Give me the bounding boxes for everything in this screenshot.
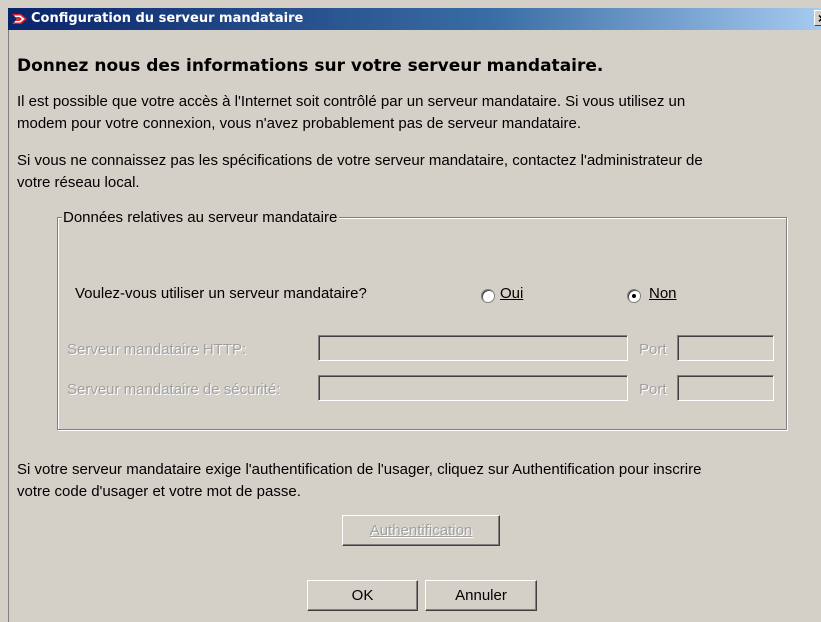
http-port-input[interactable]	[677, 335, 774, 361]
intro-line-1: Il est possible que votre accès à l'Inte…	[17, 93, 686, 110]
secure-port-label: Port	[639, 381, 667, 398]
groupbox-label: Données relatives au serveur mandataire	[62, 209, 340, 226]
title-bar[interactable]: Configuration du serveur mandataire ×	[8, 8, 821, 30]
radio-selected-dot	[632, 294, 636, 298]
authentication-button-label: Authentification	[369, 522, 473, 539]
radio-non[interactable]	[627, 289, 641, 303]
radio-oui-label[interactable]: Oui	[500, 285, 523, 302]
http-proxy-input[interactable]	[318, 335, 628, 361]
intro-line-2: modem pour votre connexion, vous n'avez …	[17, 115, 582, 132]
radio-oui-text: Oui	[500, 285, 524, 302]
page-heading: Donnez nous des informations sur votre s…	[17, 56, 604, 76]
close-button[interactable]: ×	[814, 10, 821, 26]
http-proxy-label: Serveur mandataire HTTP:	[67, 341, 247, 358]
admin-paragraph: Si vous ne connaissez pas les spécificat…	[17, 150, 812, 194]
window-title: Configuration du serveur mandataire	[31, 11, 304, 26]
secure-proxy-input[interactable]	[318, 375, 628, 401]
cancel-button[interactable]: Annuler	[425, 580, 537, 611]
auth-paragraph: Si votre serveur mandataire exige l'auth…	[17, 459, 812, 503]
secure-proxy-label: Serveur mandataire de sécurité:	[67, 381, 281, 398]
http-port-label: Port	[639, 341, 667, 358]
use-proxy-question: Voulez-vous utiliser un serveur mandatai…	[75, 285, 367, 302]
ok-button[interactable]: OK	[307, 580, 418, 611]
window-frame	[8, 30, 9, 622]
secure-port-input[interactable]	[677, 375, 774, 401]
admin-line-2: votre réseau local.	[17, 174, 140, 191]
radio-non-text: Non	[649, 285, 677, 302]
radio-oui[interactable]	[481, 289, 495, 303]
auth-line-2: votre code d'usager et votre mot de pass…	[17, 483, 301, 500]
auth-line-1: Si votre serveur mandataire exige l'auth…	[17, 461, 702, 478]
radio-non-label[interactable]: Non	[649, 285, 677, 302]
intro-paragraph: Il est possible que votre accès à l'Inte…	[17, 91, 812, 135]
authentication-button[interactable]: Authentification	[342, 515, 500, 546]
canada-arrow-icon	[12, 14, 27, 24]
admin-line-1: Si vous ne connaissez pas les spécificat…	[17, 152, 703, 169]
